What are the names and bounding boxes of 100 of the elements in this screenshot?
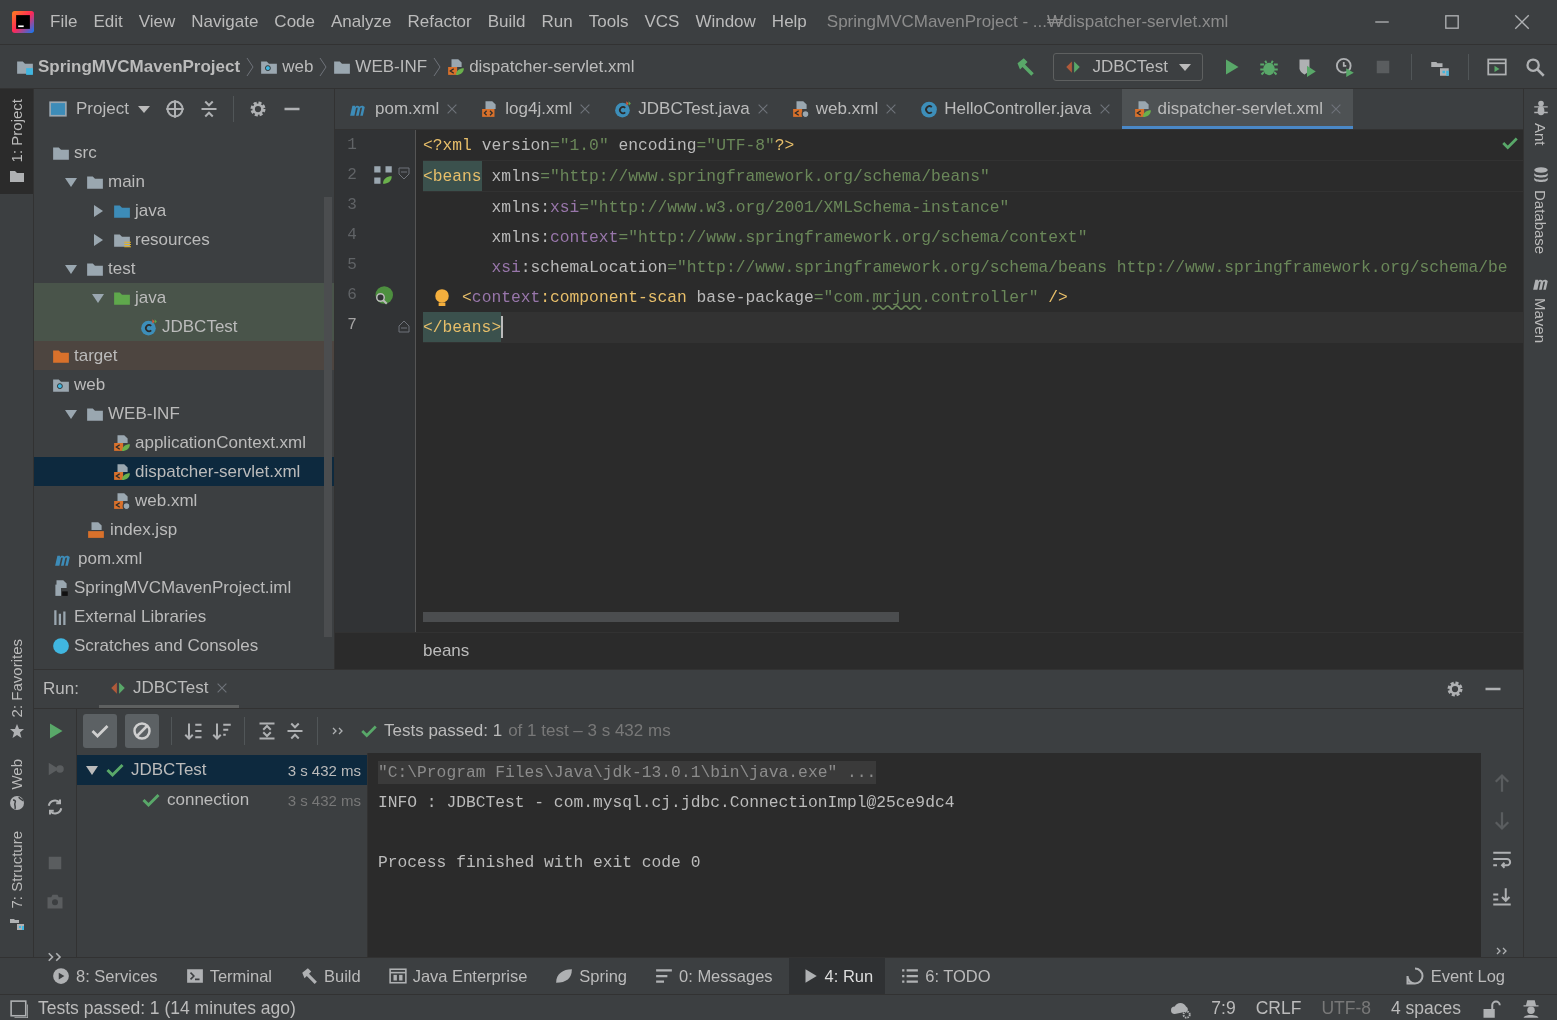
menu-item[interactable]: View bbox=[130, 12, 184, 32]
tree-item[interactable]: Scratches and Consoles bbox=[34, 631, 334, 660]
tree-item[interactable]: web bbox=[34, 370, 334, 399]
menu-item[interactable]: Analyze bbox=[323, 12, 400, 32]
tool-window-button[interactable]: 2: Favorites bbox=[0, 628, 33, 749]
tool-window-button[interactable]: Spring bbox=[543, 958, 640, 994]
scrollbar[interactable] bbox=[423, 612, 899, 622]
show-ignored-toggle[interactable] bbox=[125, 714, 159, 748]
expand-all-icon[interactable] bbox=[257, 721, 277, 741]
sort-duration-icon[interactable] bbox=[212, 721, 232, 741]
line-separator[interactable]: CRLF bbox=[1255, 998, 1302, 1019]
tree-item[interactable]: main bbox=[34, 167, 334, 196]
panel-toggle-icon[interactable] bbox=[10, 999, 28, 1018]
run-config-dropdown[interactable]: JDBCTest bbox=[1053, 52, 1203, 81]
tree-item[interactable]: dispatcher-servlet.xml bbox=[34, 457, 334, 486]
show-passed-toggle[interactable] bbox=[83, 714, 117, 748]
scroll-to-end-icon[interactable] bbox=[1492, 887, 1512, 907]
editor-tab[interactable]: dispatcher-servlet.xml bbox=[1121, 89, 1353, 129]
tool-window-button[interactable]: Java Enterprise bbox=[376, 958, 540, 994]
tree-item[interactable]: pom.xml bbox=[34, 544, 334, 573]
spring-search-icon[interactable] bbox=[373, 285, 393, 305]
auto-rerun-icon[interactable] bbox=[45, 797, 65, 817]
unlock-icon[interactable] bbox=[1481, 998, 1501, 1019]
tree-item[interactable]: src bbox=[34, 138, 334, 167]
tool-window-button[interactable]: 6: TODO bbox=[889, 958, 1003, 994]
menu-item[interactable]: Tools bbox=[580, 12, 637, 32]
test-tree-item[interactable]: JDBCTest 3 s 432 ms bbox=[77, 755, 367, 785]
editor-tab[interactable]: web.xml bbox=[779, 89, 909, 129]
bean-icon[interactable] bbox=[373, 165, 393, 185]
search-icon[interactable] bbox=[1525, 56, 1545, 77]
maximize-icon[interactable] bbox=[1443, 13, 1461, 31]
tree-item[interactable]: java bbox=[34, 196, 334, 225]
lightbulb-icon[interactable] bbox=[432, 287, 451, 307]
tool-window-button[interactable]: Maven bbox=[1524, 263, 1557, 353]
run-tab[interactable]: JDBCTest bbox=[98, 670, 239, 708]
tool-window-button[interactable]: Terminal bbox=[173, 958, 284, 994]
tool-window-button[interactable]: 4: Run bbox=[788, 958, 886, 994]
breadcrumb[interactable]: WEB-INF bbox=[333, 56, 428, 77]
tree-item[interactable]: External Libraries bbox=[34, 602, 334, 631]
tool-window-button[interactable]: Ant bbox=[1524, 89, 1557, 156]
editor-tab[interactable]: JDBCTest.java bbox=[602, 89, 780, 129]
tree-item[interactable]: applicationContext.xml bbox=[34, 428, 334, 457]
code-line: <context:component-scan base-package="com.mrjun.controller" /> bbox=[462, 286, 1068, 309]
tree-item[interactable]: web.xml bbox=[34, 486, 334, 515]
tree-item[interactable]: target bbox=[34, 341, 334, 370]
tool-window-button[interactable]: 1: Project bbox=[0, 89, 33, 195]
inspector-icon[interactable] bbox=[1521, 998, 1541, 1019]
build-icon[interactable] bbox=[1015, 56, 1036, 77]
test-tree-item[interactable]: connection 3 s 432 ms bbox=[77, 785, 367, 815]
code-line: <beans xmlns="http://www.springframework.org/schema/beans" bbox=[423, 161, 990, 191]
profile-icon[interactable] bbox=[1335, 56, 1355, 77]
menu-item[interactable]: Edit bbox=[85, 12, 131, 32]
tool-window-button[interactable]: 8: Services bbox=[40, 958, 170, 994]
editor-tab[interactable]: log4j.xml bbox=[469, 89, 603, 129]
chevron-icon bbox=[319, 56, 328, 77]
scrollbar[interactable] bbox=[324, 197, 332, 637]
status-message: Tests passed: 1 (14 minutes ago) bbox=[38, 998, 296, 1019]
chevron-icon bbox=[246, 56, 255, 77]
breadcrumb[interactable]: dispatcher-servlet.xml bbox=[447, 56, 635, 77]
tree-item[interactable]: JDBCTest bbox=[34, 312, 334, 341]
indent-setting[interactable]: 4 spaces bbox=[1390, 998, 1461, 1019]
menu-item[interactable]: Window bbox=[687, 12, 764, 32]
menu-item[interactable]: Run bbox=[533, 12, 581, 32]
spring-file-icon bbox=[113, 433, 131, 452]
menu-item[interactable]: VCS bbox=[636, 12, 688, 32]
settings-icon[interactable] bbox=[1445, 679, 1465, 699]
collapse-all-icon[interactable] bbox=[285, 721, 305, 741]
expand-arrow-icon[interactable] bbox=[85, 763, 99, 777]
terminal-window-icon[interactable] bbox=[1487, 56, 1507, 77]
tree-item[interactable]: SpringMVCMavenProject.iml bbox=[34, 573, 334, 602]
menu-item[interactable]: Refactor bbox=[399, 12, 480, 32]
close-icon[interactable] bbox=[1513, 13, 1531, 31]
menu-item[interactable]: Help bbox=[763, 12, 815, 32]
event-log-button[interactable]: Event Log bbox=[1392, 958, 1517, 994]
locate-icon[interactable] bbox=[164, 99, 185, 119]
sort-icon[interactable] bbox=[184, 721, 204, 741]
tree-item[interactable]: resources bbox=[34, 225, 334, 254]
tool-window-button[interactable]: Build bbox=[288, 958, 373, 994]
menu-item[interactable]: Build bbox=[479, 12, 534, 32]
tool-window-button[interactable]: Web bbox=[0, 748, 33, 822]
tool-window-button[interactable]: Database bbox=[1524, 155, 1557, 264]
breadcrumb[interactable]: beans bbox=[423, 641, 470, 661]
menu-item[interactable]: File bbox=[42, 12, 86, 32]
menu-item[interactable]: Navigate bbox=[183, 12, 267, 32]
breadcrumb[interactable]: web bbox=[260, 56, 314, 77]
soft-wrap-icon[interactable] bbox=[1492, 849, 1512, 869]
panel-title: Run: bbox=[43, 679, 79, 699]
editor-tab[interactable]: HelloController.java bbox=[908, 89, 1122, 129]
editor-tab[interactable]: pom.xml bbox=[335, 89, 470, 129]
project-view-dropdown[interactable]: Project bbox=[48, 99, 151, 119]
tree-item[interactable]: index.jsp bbox=[34, 515, 334, 544]
menu-item[interactable]: Code bbox=[266, 12, 323, 32]
tree-item[interactable]: WEB-INF bbox=[34, 399, 334, 428]
caret-position[interactable]: 7:9 bbox=[1211, 998, 1236, 1019]
tool-window-button[interactable]: 0: Messages bbox=[643, 958, 785, 994]
tool-window-button[interactable]: 7: Structure bbox=[0, 821, 33, 941]
breadcrumb[interactable]: SpringMVCMavenProject bbox=[16, 56, 241, 77]
test-class-icon bbox=[140, 317, 158, 336]
tree-item[interactable]: java bbox=[34, 283, 334, 312]
tree-item[interactable]: test bbox=[34, 254, 334, 283]
